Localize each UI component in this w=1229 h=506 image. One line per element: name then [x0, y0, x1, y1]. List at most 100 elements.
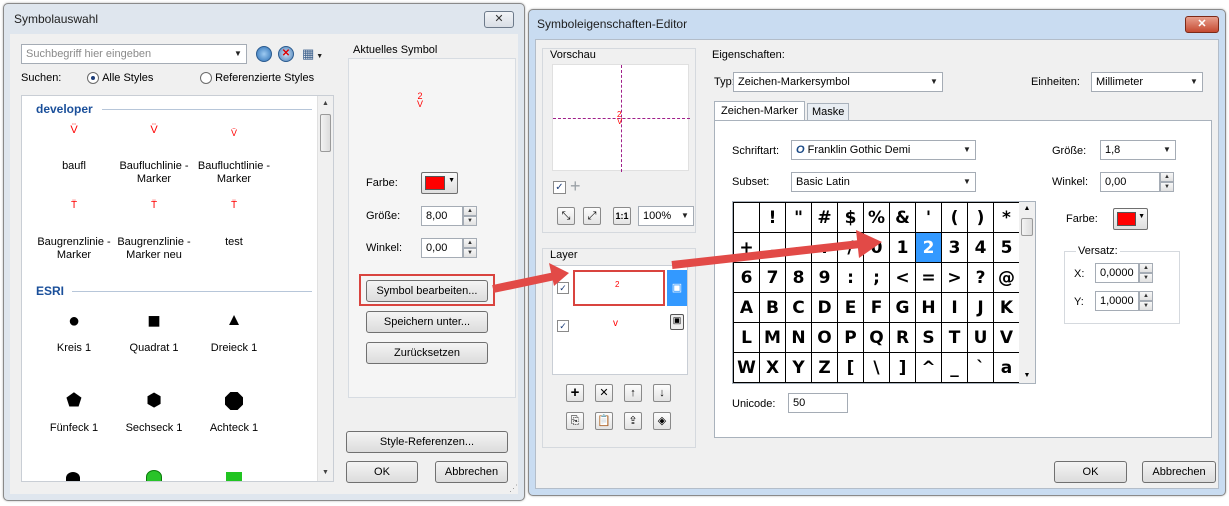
size-field[interactable]: 8,00 — [421, 206, 463, 226]
chevron-down-icon[interactable]: ▼ — [230, 45, 246, 63]
char-cell[interactable]: _ — [942, 353, 968, 383]
char-cell[interactable]: Q — [864, 323, 890, 353]
char-cell[interactable]: Y — [786, 353, 812, 383]
char-cell[interactable]: N — [786, 323, 812, 353]
char-cell[interactable]: M — [760, 323, 786, 353]
char-cell[interactable]: > — [942, 263, 968, 293]
unicode-field[interactable]: 50 — [788, 393, 848, 413]
list-item[interactable]: ▲ Dreieck 1 — [194, 308, 274, 378]
offset-x-field[interactable]: 0,0000 — [1095, 263, 1139, 283]
chevron-down-icon[interactable]: ▼ — [959, 173, 975, 191]
char-cell[interactable]: $ — [838, 203, 864, 233]
char-cell[interactable]: O — [812, 323, 838, 353]
char-cell[interactable]: ! — [760, 203, 786, 233]
font-select[interactable]: O Franklin Gothic Demi ▼ — [791, 140, 976, 160]
char-cell[interactable]: 0 — [864, 233, 890, 263]
layer-checkbox[interactable]: ✓ — [557, 282, 569, 294]
angle-down-icon[interactable]: ▼ — [1160, 182, 1174, 192]
import-icon[interactable]: ⇪ — [624, 412, 642, 430]
size-up-icon[interactable]: ▲ — [463, 206, 477, 216]
char-cell[interactable]: K — [994, 293, 1020, 323]
char-cell[interactable]: 4 — [968, 233, 994, 263]
radio-all-styles[interactable]: Alle Styles — [87, 72, 153, 85]
char-cell[interactable]: A — [734, 293, 760, 323]
char-cell[interactable]: G — [890, 293, 916, 323]
char-cell[interactable]: U — [968, 323, 994, 353]
char-cell[interactable]: ' — [916, 203, 942, 233]
char-cell[interactable]: ^ — [916, 353, 942, 383]
char-cell[interactable]: + — [734, 233, 760, 263]
list-item[interactable]: V̈ baufl — [34, 120, 114, 190]
char-cell[interactable]: L — [734, 323, 760, 353]
char-cell[interactable]: S — [916, 323, 942, 353]
char-cell[interactable]: B — [760, 293, 786, 323]
chevron-down-icon[interactable]: ▼ — [1186, 73, 1202, 91]
char-cell[interactable]: a — [994, 353, 1020, 383]
search-input[interactable]: Suchbegriff hier eingeben ▼ — [21, 44, 247, 64]
char-cell[interactable]: ; — [864, 263, 890, 293]
character-grid[interactable]: ! " # $% & '() * +, -./0 1 2 3 4 5 6 7 8 9:; < = >? @ A B C D E F G H… — [732, 201, 1036, 384]
lock-icon[interactable]: ▣ — [667, 270, 687, 306]
lock-icon[interactable]: ▣ — [670, 314, 684, 330]
cancel-button[interactable]: Abbrechen — [435, 461, 508, 483]
char-cell[interactable]: H — [916, 293, 942, 323]
offset-y-down-icon[interactable]: ▼ — [1139, 301, 1153, 311]
char-cell[interactable]: D — [812, 293, 838, 323]
char-cell[interactable]: . — [812, 233, 838, 263]
offset-x-down-icon[interactable]: ▼ — [1139, 273, 1153, 283]
char-cell[interactable]: X — [760, 353, 786, 383]
list-item[interactable]: T̈ Baugrenzlinie - Marker neu — [114, 198, 194, 268]
zoom-in-icon[interactable]: ⤡ — [557, 207, 575, 225]
ok-button[interactable]: OK — [346, 461, 418, 483]
char-cell[interactable]: R — [890, 323, 916, 353]
char-cell[interactable]: " — [786, 203, 812, 233]
offset-x-up-icon[interactable]: ▲ — [1139, 263, 1153, 273]
angle-up-icon[interactable]: ▲ — [1160, 172, 1174, 182]
list-item[interactable]: ⬟ Fünfeck 1 — [34, 388, 114, 458]
close-button[interactable]: ✕ — [484, 11, 514, 28]
char-cell[interactable]: T — [942, 323, 968, 353]
offset-y-field[interactable]: 1,0000 — [1095, 291, 1139, 311]
angle-field[interactable]: 0,00 — [1100, 172, 1160, 192]
units-select[interactable]: Millimeter ▼ — [1091, 72, 1203, 92]
cancel-button[interactable]: Abbrechen — [1142, 461, 1216, 483]
ok-button[interactable]: OK — [1054, 461, 1127, 483]
edit-symbol-button[interactable]: Symbol bearbeiten... — [366, 280, 488, 302]
angle-up-icon[interactable]: ▲ — [463, 238, 477, 248]
scrollbar[interactable]: ▲ ▼ — [317, 96, 333, 481]
char-cell[interactable]: 7 — [760, 263, 786, 293]
char-cell[interactable]: 3 — [942, 233, 968, 263]
scroll-down-icon[interactable]: ▼ — [318, 465, 333, 481]
radio-referenced-styles[interactable]: Referenzierte Styles — [200, 72, 314, 85]
char-cell[interactable]: 5 — [994, 233, 1020, 263]
tab-zeichen-marker[interactable]: Zeichen-Marker — [714, 101, 806, 121]
list-item[interactable]: T̈ test — [194, 198, 274, 268]
angle-field[interactable]: 0,00 — [421, 238, 463, 258]
move-down-icon[interactable]: ↓ — [653, 384, 671, 402]
char-cell[interactable]: J — [968, 293, 994, 323]
grid-toggle-checkbox[interactable]: ✓ — [553, 181, 566, 194]
char-cell[interactable]: C — [786, 293, 812, 323]
char-cell[interactable]: 9 — [812, 263, 838, 293]
char-cell[interactable]: ` — [968, 353, 994, 383]
list-item[interactable]: T̈ Baugrenzlinie - Marker — [34, 198, 114, 268]
zoom-out-icon[interactable]: ⤢ — [583, 207, 601, 225]
actual-size-icon[interactable]: 1:1 — [613, 207, 631, 225]
copy-icon[interactable]: ⎘ — [566, 412, 584, 430]
subset-select[interactable]: Basic Latin ▼ — [791, 172, 976, 192]
char-cell[interactable] — [734, 203, 760, 233]
char-cell[interactable]: & — [890, 203, 916, 233]
char-cell[interactable]: ] — [890, 353, 916, 383]
chevron-down-icon[interactable]: ▼ — [959, 141, 975, 159]
list-item[interactable]: V̈ Baufluchtlinie - Marker — [194, 120, 274, 190]
zoom-select[interactable]: 100% ▼ — [638, 206, 694, 226]
char-cell[interactable]: 6 — [734, 263, 760, 293]
char-cell[interactable]: ) — [968, 203, 994, 233]
char-cell[interactable]: 1 — [890, 233, 916, 263]
char-cell[interactable]: = — [916, 263, 942, 293]
chevron-down-icon[interactable]: ▼ — [1159, 141, 1175, 159]
char-cell[interactable]: # — [812, 203, 838, 233]
close-button[interactable]: ✕ — [1185, 16, 1219, 33]
style-references-button[interactable]: Style-Referenzen... — [346, 431, 508, 453]
char-cell[interactable]: ( — [942, 203, 968, 233]
